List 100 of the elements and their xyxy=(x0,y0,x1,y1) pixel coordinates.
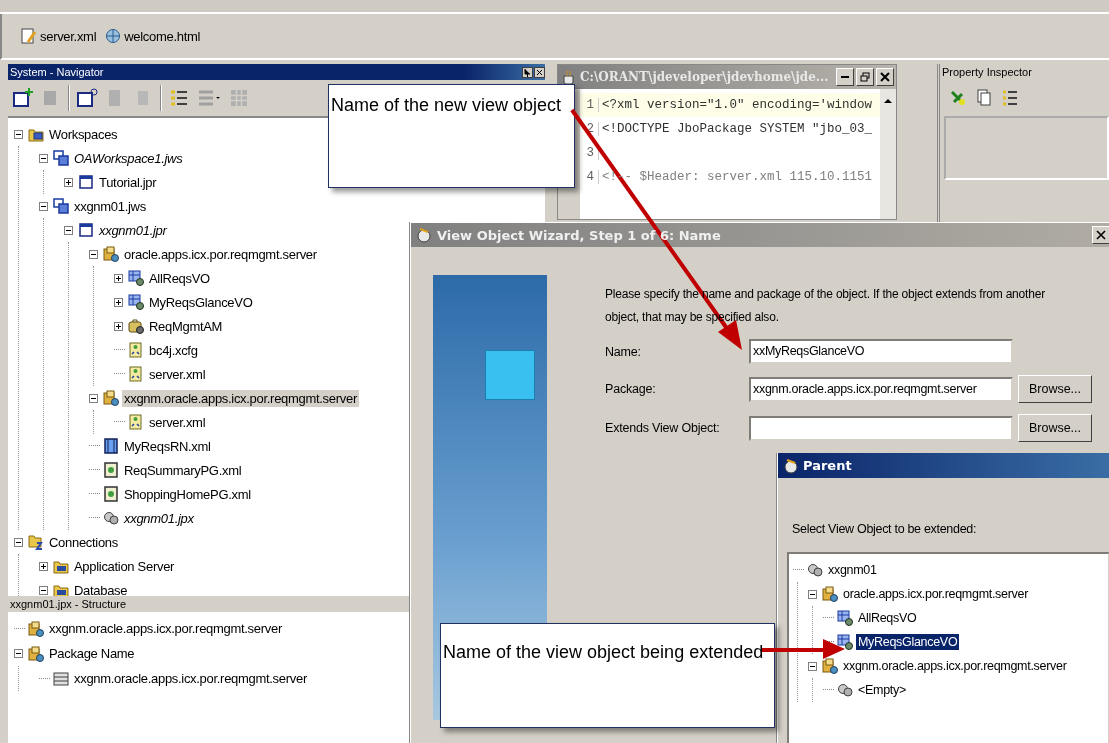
tree-item[interactable]: <Empty> xyxy=(856,682,908,698)
package-icon xyxy=(103,390,119,406)
browse-button[interactable]: Browse... xyxy=(1018,414,1092,442)
columns-icon xyxy=(103,438,119,454)
server-folder-icon xyxy=(53,558,69,574)
browse-button[interactable]: Browse... xyxy=(1018,375,1092,403)
restore-icon xyxy=(860,72,870,82)
prompt-text: Select View Object to be extended: xyxy=(792,522,978,536)
grid-gear-icon xyxy=(837,610,853,626)
package-icon xyxy=(822,586,838,602)
line-number: 1 xyxy=(580,98,599,112)
tree-item[interactable]: Connections xyxy=(47,533,120,551)
callout-text: Name of the view object being extended xyxy=(443,642,764,662)
gears-icon xyxy=(837,682,853,698)
expand-toggle[interactable] xyxy=(114,297,123,307)
tree-item[interactable]: MyReqsGlanceVO xyxy=(856,634,960,650)
tree-item[interactable]: ReqMgmtAM xyxy=(147,317,225,335)
tree-item[interactable]: xxgnm01.jpr xyxy=(97,221,169,239)
panel-title: xxgnm01.jpx - Structure xyxy=(10,598,127,610)
person-document-icon xyxy=(128,414,144,430)
expand-toggle[interactable] xyxy=(39,561,48,571)
input-field[interactable]: xxMyReqsGlanceVO xyxy=(749,339,1013,364)
wizard-icon xyxy=(415,226,433,244)
folder-plug-icon xyxy=(28,534,44,550)
close-button[interactable] xyxy=(1092,226,1109,244)
expand-toggle[interactable] xyxy=(114,273,123,283)
collapse-toggle[interactable] xyxy=(808,661,817,671)
tree-item[interactable]: bc4j.xcfg xyxy=(147,341,200,359)
collapse-toggle[interactable] xyxy=(39,201,48,211)
grid-gear-icon xyxy=(128,294,144,310)
tree-item[interactable]: MyReqsRN.xml xyxy=(122,437,213,455)
coffee-cup-icon xyxy=(561,69,577,85)
window-icon xyxy=(78,174,94,190)
stacked-windows-icon xyxy=(53,150,69,166)
tree-item[interactable]: xxgnm.oracle.apps.icx.por.reqmgmt.server xyxy=(47,620,284,637)
expand-toggle[interactable] xyxy=(64,177,73,187)
tree-item[interactable]: xxgnm01.jpx xyxy=(122,509,196,527)
tree-item[interactable]: Workspaces xyxy=(47,125,120,143)
collapse-toggle[interactable] xyxy=(39,153,48,163)
window-icon[interactable] xyxy=(76,87,98,109)
gears-icon xyxy=(807,562,823,578)
tree-item[interactable]: ShoppingHomePG.xml xyxy=(122,485,253,503)
tree-item[interactable]: Database xyxy=(72,581,130,599)
restore-button[interactable] xyxy=(856,68,874,86)
panel-title: System - Navigator xyxy=(10,66,104,78)
tree-item[interactable]: xxgnm01.jws xyxy=(72,197,148,215)
tree-item[interactable]: AllReqsVO xyxy=(147,269,212,287)
collapse-toggle[interactable] xyxy=(14,537,23,547)
page-icon xyxy=(103,462,119,478)
tree-item[interactable]: server.xml xyxy=(147,365,208,383)
package-icon xyxy=(28,645,44,662)
tree-item[interactable]: AllReqsVO xyxy=(856,610,919,626)
collapse-toggle[interactable] xyxy=(89,393,98,403)
dialog-title: Parent xyxy=(803,458,852,473)
list-icon[interactable] xyxy=(1000,88,1020,108)
package-icon xyxy=(822,658,838,674)
window-icon xyxy=(78,222,94,238)
document-tab[interactable]: welcome.html xyxy=(102,27,203,45)
tree-item[interactable]: xxgnm.oracle.apps.icx.por.reqmgmt.server xyxy=(122,389,359,407)
document-icon xyxy=(53,670,69,687)
person-document-icon xyxy=(128,366,144,382)
tree-item[interactable]: oracle.apps.icx.por.reqmgmt.server xyxy=(122,245,319,263)
tree-item[interactable]: oracle.apps.icx.por.reqmgmt.server xyxy=(841,586,1030,602)
tree-item[interactable]: server.xml xyxy=(147,413,208,431)
minimize-button[interactable] xyxy=(836,68,854,86)
tree-item[interactable]: Tutorial.jpr xyxy=(97,173,159,191)
document-tab[interactable]: server.xml xyxy=(18,27,99,45)
code-line: <?xml version="1.0" encoding='window xyxy=(602,98,873,112)
wizard-icon xyxy=(782,456,800,475)
field-label: Extends View Object: xyxy=(605,421,721,435)
expand-toggle[interactable] xyxy=(114,321,123,331)
input-field[interactable] xyxy=(749,415,1013,441)
pages-icon[interactable] xyxy=(974,88,994,108)
tree-item[interactable]: xxgnm.oracle.apps.icx.por.reqmgmt.server xyxy=(72,670,309,687)
collapse-toggle[interactable] xyxy=(14,129,23,139)
tree-item[interactable]: Application Server xyxy=(72,557,177,575)
tree-item[interactable]: xxgnm01 xyxy=(826,562,879,578)
grid-gear-icon xyxy=(128,270,144,286)
tree-item[interactable]: xxgnm.oracle.apps.icx.por.reqmgmt.server xyxy=(841,658,1069,674)
collapse-toggle[interactable] xyxy=(89,249,98,259)
document-pen-icon xyxy=(20,27,38,45)
panel-title: Property Inspector xyxy=(942,66,1032,78)
collapse-toggle[interactable] xyxy=(14,649,23,658)
input-field[interactable]: xxgnm.oracle.apps.icx.por.reqmgmt.server xyxy=(749,376,1013,402)
callout-text: Name of the new view object xyxy=(331,95,562,115)
new-window-icon[interactable] xyxy=(12,87,34,109)
globe-document-icon xyxy=(104,27,123,45)
tree-item[interactable]: Package Name xyxy=(47,645,137,662)
close-icon[interactable] xyxy=(534,66,545,78)
grid-gear-icon xyxy=(837,634,853,650)
collapse-toggle[interactable] xyxy=(39,585,48,595)
collapse-toggle[interactable] xyxy=(64,225,73,235)
field-label: Package: xyxy=(605,382,657,396)
collapse-toggle[interactable] xyxy=(808,589,817,599)
tree-item[interactable]: MyReqsGlanceVO xyxy=(147,293,255,311)
person-document-icon xyxy=(128,342,144,358)
close-button[interactable] xyxy=(876,68,894,86)
tree-item[interactable]: ReqSummaryPG.xml xyxy=(122,461,244,479)
field-label: Name: xyxy=(605,344,642,359)
tree-item[interactable]: OAWorkspace1.jws xyxy=(72,149,185,167)
